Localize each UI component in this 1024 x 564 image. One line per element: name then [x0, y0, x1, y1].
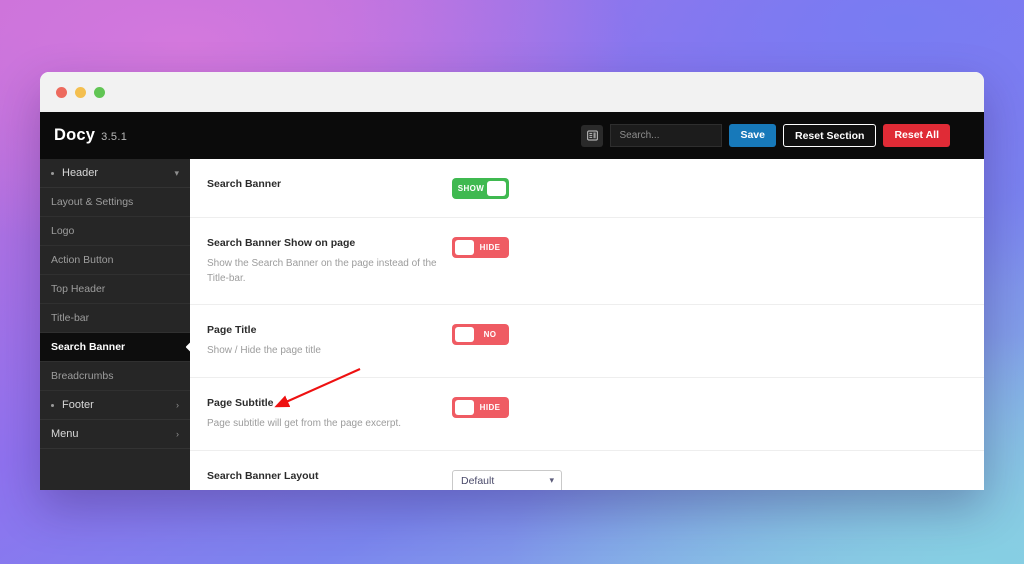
close-window-icon[interactable]	[56, 86, 67, 98]
app-body: Header ▾ Layout & Settings Logo Action B…	[40, 159, 984, 490]
setting-row-search-banner: Search Banner SHOW	[190, 159, 984, 218]
search-input[interactable]	[610, 124, 723, 147]
brand-version: 3.5.1	[101, 131, 128, 143]
sidebar-item-label: Logo	[51, 225, 75, 237]
setting-label-col: Page Title Show / Hide the page title	[207, 323, 452, 359]
toggle-search-banner-show-on-page[interactable]: HIDE	[452, 237, 509, 258]
chevron-right-icon: ›	[176, 400, 179, 410]
search-banner-layout-select-wrap: Default ▾	[452, 469, 562, 490]
sidebar-group-footer[interactable]: Footer ›	[40, 391, 190, 420]
setting-row-page-title: Page Title Show / Hide the page title NO	[190, 305, 984, 378]
save-button[interactable]: Save	[729, 124, 776, 147]
sidebar-item-label: Top Header	[51, 283, 106, 295]
setting-title: Page Title	[207, 324, 257, 337]
reset-all-button[interactable]: Reset All	[883, 124, 950, 147]
toggle-label: HIDE	[479, 243, 501, 252]
app-brand: Docy 3.5.1	[54, 126, 127, 145]
chevron-down-icon: ▾	[174, 167, 179, 178]
setting-label-col: Search Banner Show on page Show the Sear…	[207, 236, 452, 286]
setting-title: Search Banner Show on page	[207, 237, 356, 249]
toggle-page-title[interactable]: NO	[452, 324, 509, 346]
bullet-icon	[51, 171, 54, 175]
minimize-window-icon[interactable]	[75, 86, 86, 98]
sidebar-item-logo[interactable]: Logo	[40, 217, 190, 246]
sidebar-item-search-banner[interactable]: Search Banner	[40, 333, 190, 362]
setting-description: Show the Search Banner on the page inste…	[207, 258, 437, 284]
toggle-knob	[455, 327, 474, 343]
search-banner-layout-select[interactable]: Default	[452, 469, 562, 490]
sidebar-group-menu[interactable]: Menu ›	[40, 420, 190, 449]
setting-control-col: HIDE	[452, 396, 984, 420]
sidebar-item-title-bar[interactable]: Title-bar	[40, 304, 190, 333]
window-titlebar	[40, 72, 984, 112]
sidebar-item-label: Title-bar	[51, 312, 90, 324]
toggle-search-banner[interactable]: SHOW	[452, 178, 509, 199]
setting-title: Page Subtitle	[207, 396, 274, 409]
toggle-label: HIDE	[479, 402, 501, 412]
sidebar-item-action-button[interactable]: Action Button	[40, 246, 190, 275]
toggle-label: NO	[483, 330, 497, 340]
setting-control-col: HIDE	[452, 236, 984, 260]
setting-control-col: Default ▾	[452, 469, 984, 490]
bullet-icon	[51, 403, 54, 407]
sidebar-item-label: Search Banner	[51, 341, 126, 353]
sidebar-group-footer-label: Footer	[62, 399, 94, 411]
sidebar-item-breadcrumbs[interactable]: Breadcrumbs	[40, 362, 190, 391]
setting-label-col: Search Banner	[207, 177, 452, 191]
setting-label-col: Search Banner Layout	[207, 469, 452, 483]
app-topbar: Docy 3.5.1 Save Reset Section Reset All	[40, 112, 984, 159]
brand-name: Docy	[54, 126, 96, 144]
toggle-page-subtitle[interactable]: HIDE	[452, 396, 509, 418]
chevron-right-icon: ›	[176, 429, 179, 439]
reset-section-button[interactable]: Reset Section	[783, 124, 877, 147]
setting-control-col: SHOW	[452, 177, 984, 199]
settings-content: Search Banner SHOW Search Banner Show on…	[190, 159, 984, 490]
setting-row-page-subtitle: Page Subtitle Page subtitle will get fro…	[190, 378, 984, 451]
toggle-knob	[455, 399, 474, 415]
toggle-knob	[487, 181, 506, 196]
setting-description: Show / Hide the page title	[207, 345, 321, 357]
browser-window: Docy 3.5.1 Save Reset Section Reset All	[40, 72, 984, 490]
setting-row-search-banner-show-on-page: Search Banner Show on page Show the Sear…	[190, 218, 984, 306]
sidebar-item-top-header[interactable]: Top Header	[40, 275, 190, 304]
maximize-window-icon[interactable]	[94, 86, 105, 98]
sidebar-group-header[interactable]: Header ▾	[40, 159, 190, 188]
sidebar-item-label: Action Button	[51, 254, 114, 266]
setting-description: Page subtitle will get from the page exc…	[207, 418, 401, 430]
setting-control-col: NO	[452, 323, 984, 347]
setting-title: Search Banner	[207, 178, 282, 190]
setting-row-search-banner-layout: Search Banner Layout Default ▾	[190, 451, 984, 490]
toggle-label: SHOW	[457, 184, 485, 193]
panel-list-icon[interactable]	[581, 124, 604, 147]
setting-label-col: Page Subtitle Page subtitle will get fro…	[207, 396, 452, 432]
setting-title: Search Banner Layout	[207, 469, 319, 482]
sidebar-item-label: Breadcrumbs	[51, 370, 114, 382]
sidebar-group-header-label: Header	[62, 167, 99, 179]
sidebar-item-label: Layout & Settings	[51, 196, 134, 208]
panel-list-icon-glyph	[587, 130, 598, 141]
toggle-knob	[455, 240, 474, 255]
topbar-actions: Save Reset Section Reset All	[581, 124, 950, 147]
sidebar-item-layout-settings[interactable]: Layout & Settings	[40, 188, 190, 217]
sidebar-group-menu-label: Menu	[51, 428, 79, 440]
settings-sidebar: Header ▾ Layout & Settings Logo Action B…	[40, 159, 190, 490]
